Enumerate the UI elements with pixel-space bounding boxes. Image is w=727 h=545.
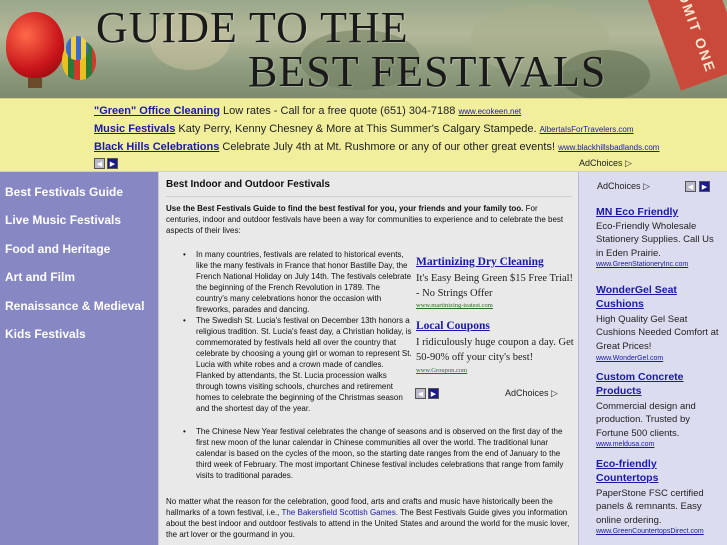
right-ad-next-arrow-icon[interactable]: ▶: [699, 181, 710, 192]
ad-url-link[interactable]: www.ecokeen.net: [458, 107, 521, 116]
page-title: Best Indoor and Outdoor Festivals: [166, 179, 572, 197]
right-ad-text: Eco-Friendly Wholesale Stationery Suppli…: [596, 221, 714, 259]
outro-paragraph: No matter what the reason for the celebr…: [166, 496, 572, 540]
right-ad-url-link[interactable]: www.GreenCountertopsDirect.com: [596, 528, 704, 535]
list-item: In many countries, festivals are related…: [181, 249, 413, 315]
left-sidebar-nav: Best Festivals Guide Live Music Festival…: [0, 172, 158, 545]
top-ad-row[interactable]: Music Festivals Katy Perry, Kenny Chesne…: [94, 123, 634, 135]
festival-list: In many countries, festivals are related…: [181, 249, 413, 414]
nav-item-best-festivals-guide[interactable]: Best Festivals Guide: [5, 185, 123, 199]
list-item: The Swedish St. Lucia's festival on Dece…: [181, 315, 413, 414]
site-header: GUIDE TO THE BEST FESTIVALS ADMIT ONE: [0, 0, 727, 98]
right-ad-url-link[interactable]: www.meldusa.com: [596, 441, 654, 448]
right-ad-url-link[interactable]: www.WonderGel.com: [596, 355, 663, 362]
ad-text: Katy Perry, Kenny Chesney & More at This…: [178, 123, 537, 135]
ad-title-link[interactable]: "Green" Office Cleaning: [94, 105, 220, 117]
inline-ad-text: It's Easy Being Green $15 Free Trial! - …: [416, 273, 574, 299]
adchoices-icon: ▷: [625, 158, 632, 168]
nav-item-food-and-heritage[interactable]: Food and Heritage: [5, 242, 110, 256]
main-content: Best Indoor and Outdoor Festivals Use th…: [158, 172, 578, 545]
top-ad-band: "Green" Office Cleaning Low rates - Call…: [0, 98, 727, 172]
inline-ad-title-link[interactable]: Local Coupons: [416, 320, 490, 332]
inline-ad-prev-arrow-icon[interactable]: ◀: [415, 388, 426, 399]
nav-item-renaissance-medieval[interactable]: Renaissance & Medieval: [5, 299, 144, 313]
adchoices-link[interactable]: AdChoices ▷: [579, 158, 632, 169]
hot-air-balloon-icon: [66, 36, 88, 60]
nav-item-live-music-festivals[interactable]: Live Music Festivals: [5, 213, 121, 227]
inline-ad-title-link[interactable]: Martinizing Dry Cleaning: [416, 256, 544, 268]
adchoices-link[interactable]: AdChoices ▷: [597, 181, 650, 192]
ad-prev-arrow-icon[interactable]: ◀: [94, 158, 105, 169]
right-ad-prev-arrow-icon[interactable]: ◀: [685, 181, 696, 192]
inline-ad-url-link[interactable]: www.Groupon.com: [416, 367, 467, 374]
inline-ad-box: Martinizing Dry Cleaning It's Easy Being…: [413, 256, 578, 399]
ad-title-link[interactable]: Black Hills Celebrations: [94, 141, 219, 153]
right-ad-title-link[interactable]: Custom Concrete Products: [596, 370, 720, 398]
inline-ad-next-arrow-icon[interactable]: ▶: [428, 388, 439, 399]
ad-text: Celebrate July 4th at Mt. Rushmore or an…: [222, 141, 556, 153]
right-ad-text: Commercial design and production. Truste…: [596, 401, 696, 439]
ad-url-link[interactable]: AlbertaIsForTravelers.com: [540, 125, 634, 134]
right-ad-title-link[interactable]: MN Eco Friendly: [596, 205, 678, 219]
right-ad-text: PaperStone FSC certified panels & remnan…: [596, 488, 704, 526]
hot-air-balloon-icon: [6, 12, 64, 78]
right-ad-title-link[interactable]: WonderGel Seat Cushions: [596, 283, 720, 311]
site-title-line2: BEST FESTIVALS: [248, 47, 607, 96]
ad-text: Low rates - Call for a free quote (651) …: [223, 105, 456, 117]
adchoices-label: AdChoices: [505, 388, 549, 398]
adchoices-label: AdChoices: [579, 158, 623, 168]
top-ad-row[interactable]: "Green" Office Cleaning Low rates - Call…: [94, 105, 521, 117]
list-item: The Chinese New Year festival celebrates…: [181, 426, 577, 481]
ad-title-link[interactable]: Music Festivals: [94, 123, 175, 135]
adchoices-link[interactable]: AdChoices ▷: [505, 388, 558, 399]
bakersfield-scottish-games-link[interactable]: The Bakersfield Scottish Games.: [281, 508, 398, 517]
adchoices-icon: ▷: [643, 181, 650, 191]
adchoices-label: AdChoices: [597, 181, 641, 191]
ad-next-arrow-icon[interactable]: ▶: [107, 158, 118, 169]
intro-paragraph: Use the Best Festivals Guide to find the…: [166, 203, 572, 236]
top-ad-row[interactable]: Black Hills Celebrations Celebrate July …: [94, 141, 659, 153]
nav-item-art-and-film[interactable]: Art and Film: [5, 270, 75, 284]
right-ad-title-link[interactable]: Eco-friendly Countertops: [596, 457, 720, 485]
balloon-basket-icon: [28, 78, 42, 88]
adchoices-icon: ▷: [551, 388, 558, 398]
inline-ad-text: I ridiculously huge coupon a day. Get 50…: [416, 337, 574, 363]
nav-item-kids-festivals[interactable]: Kids Festivals: [5, 327, 86, 341]
admit-one-ticket-icon: ADMIT ONE: [643, 0, 727, 91]
intro-bold-text: Use the Best Festivals Guide to find the…: [166, 204, 524, 213]
ad-url-link[interactable]: www.blackhillsbadlands.com: [558, 143, 659, 152]
inline-ad-url-link[interactable]: www.martinizing-teatest.com: [416, 302, 493, 309]
festival-list: The Chinese New Year festival celebrates…: [181, 426, 577, 481]
right-ad-column: AdChoices ▷ ◀ ▶ MN Eco Friendly Eco-Frie…: [578, 172, 727, 545]
right-ad-url-link[interactable]: www.GreenStationeryInc.com: [596, 261, 688, 268]
right-ad-text: High Quality Gel Seat Cushions Needed Co…: [596, 314, 719, 352]
